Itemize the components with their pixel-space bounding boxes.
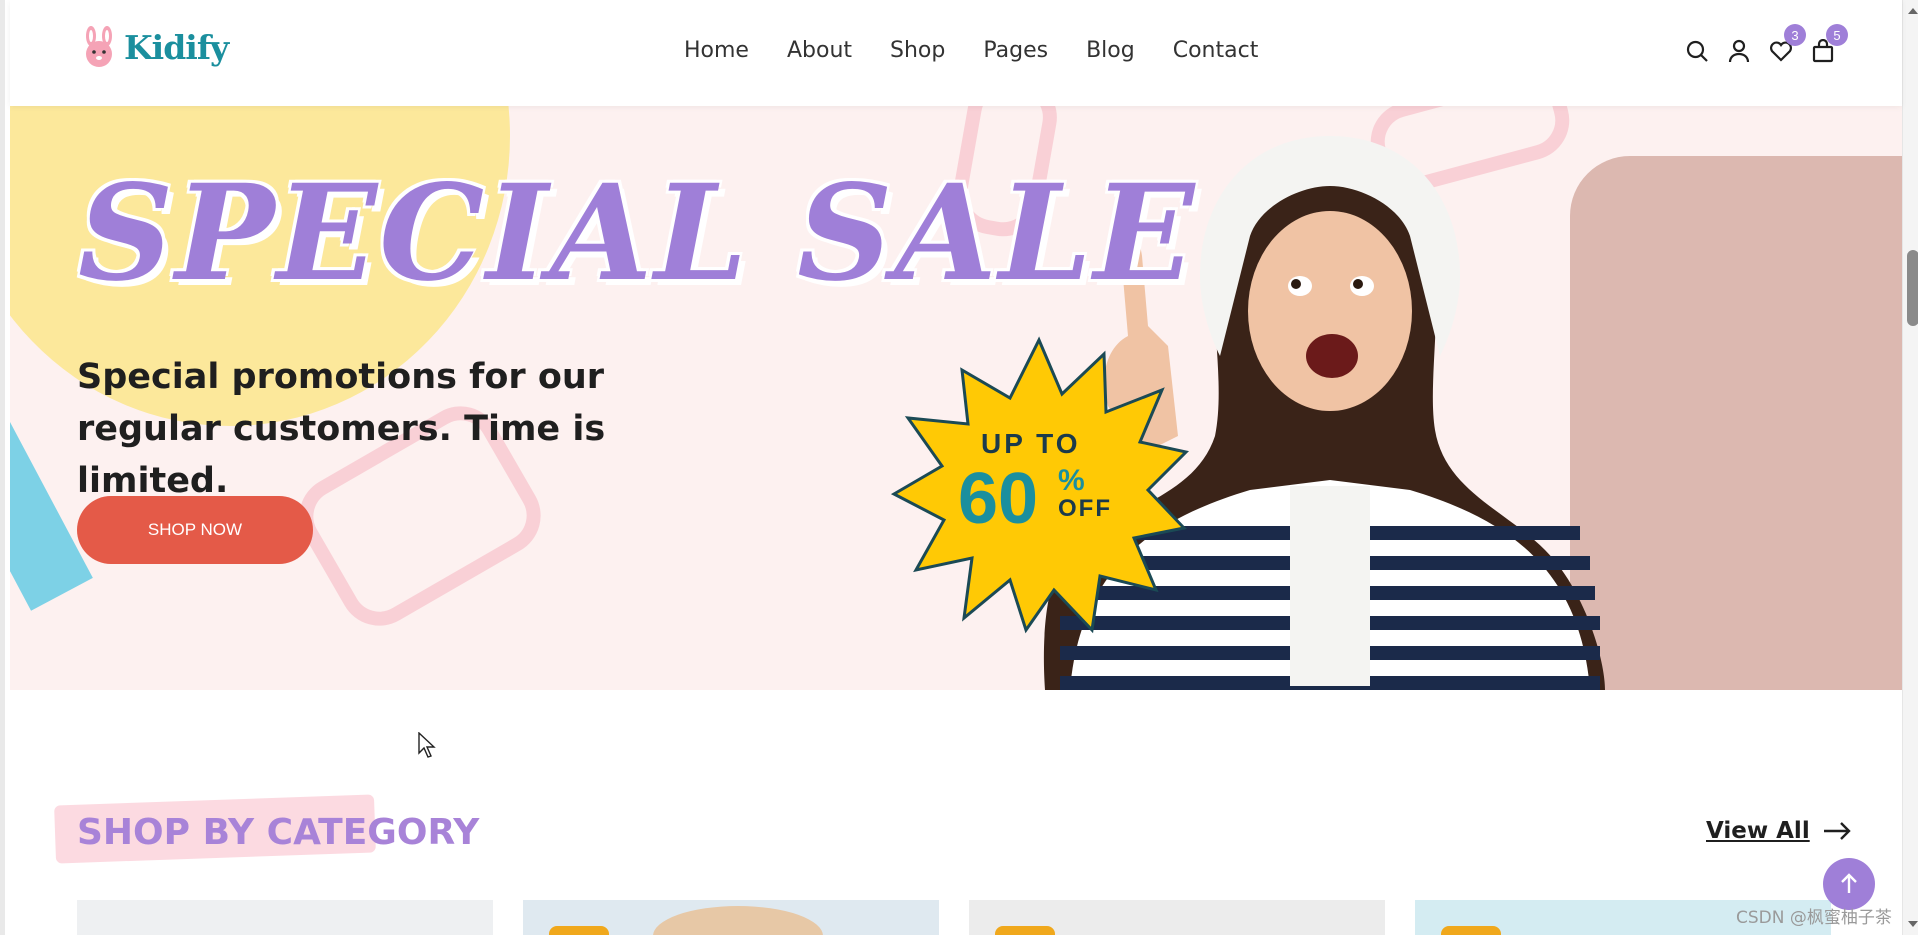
nav-about[interactable]: About bbox=[787, 38, 852, 63]
cart-button[interactable]: 5 bbox=[1810, 24, 1848, 64]
category-card-image bbox=[653, 906, 823, 935]
nav-home[interactable]: Home bbox=[684, 38, 749, 63]
logo-text: Kidify bbox=[124, 27, 229, 67]
search-icon bbox=[1686, 40, 1708, 62]
category-card-row bbox=[77, 900, 1831, 935]
view-all-label: View All bbox=[1706, 818, 1810, 844]
category-card-tag bbox=[549, 926, 609, 935]
rabbit-logo-icon bbox=[86, 26, 112, 67]
hero-banner: SPECIAL SALE Special promotions for our … bbox=[10, 106, 1902, 690]
shop-now-button[interactable]: SHOP NOW bbox=[77, 496, 313, 564]
discount-percent-sign: % bbox=[1058, 464, 1085, 497]
watermark-text: CSDN @枫蜜柚子茶 bbox=[1736, 908, 1892, 928]
discount-number: 60 bbox=[958, 459, 1039, 539]
discount-upto-label: UP TO bbox=[981, 428, 1081, 459]
scroll-down-arrow-icon[interactable] bbox=[1908, 921, 1918, 927]
site-logo[interactable]: Kidify bbox=[80, 26, 229, 68]
search-button[interactable] bbox=[1684, 38, 1710, 64]
hero-title: SPECIAL SALE bbox=[78, 156, 1197, 311]
account-button[interactable] bbox=[1726, 38, 1752, 64]
site-header: Kidify Home About Shop Pages Blog Contac… bbox=[10, 0, 1902, 106]
scrollbar-thumb[interactable] bbox=[1907, 250, 1918, 326]
view-all-link[interactable]: View All bbox=[1706, 818, 1852, 844]
discount-badge: UP TO 60 % OFF bbox=[886, 332, 1192, 638]
category-card[interactable] bbox=[969, 900, 1385, 935]
discount-off-label: OFF bbox=[1058, 495, 1112, 522]
user-icon bbox=[1728, 39, 1750, 63]
wishlist-count-badge: 3 bbox=[1784, 24, 1806, 46]
discount-badge-text: UP TO 60 % OFF bbox=[886, 332, 1192, 638]
nav-pages[interactable]: Pages bbox=[983, 38, 1048, 63]
cart-count-badge: 5 bbox=[1826, 24, 1848, 46]
scroll-up-arrow-icon[interactable] bbox=[1908, 8, 1918, 14]
arrow-up-icon bbox=[1841, 873, 1857, 893]
browser-viewport: Kidify Home About Shop Pages Blog Contac… bbox=[0, 0, 1918, 935]
header-actions: 3 5 bbox=[1684, 24, 1848, 64]
category-card[interactable] bbox=[523, 900, 939, 935]
nav-blog[interactable]: Blog bbox=[1086, 38, 1135, 63]
wishlist-button[interactable]: 3 bbox=[1768, 24, 1806, 64]
page-scrollbar[interactable] bbox=[1902, 0, 1918, 935]
nav-contact[interactable]: Contact bbox=[1173, 38, 1259, 63]
cursor-icon bbox=[418, 732, 436, 758]
category-section-title: SHOP BY CATEGORY bbox=[77, 812, 480, 853]
main-nav: Home About Shop Pages Blog Contact bbox=[684, 38, 1258, 63]
category-card[interactable] bbox=[77, 900, 493, 935]
category-card-tag bbox=[995, 926, 1055, 935]
hero-subtitle: Special promotions for our regular custo… bbox=[77, 357, 606, 501]
arrow-right-icon bbox=[1823, 822, 1851, 840]
category-card-tag bbox=[1441, 926, 1501, 935]
nav-shop[interactable]: Shop bbox=[890, 38, 945, 63]
